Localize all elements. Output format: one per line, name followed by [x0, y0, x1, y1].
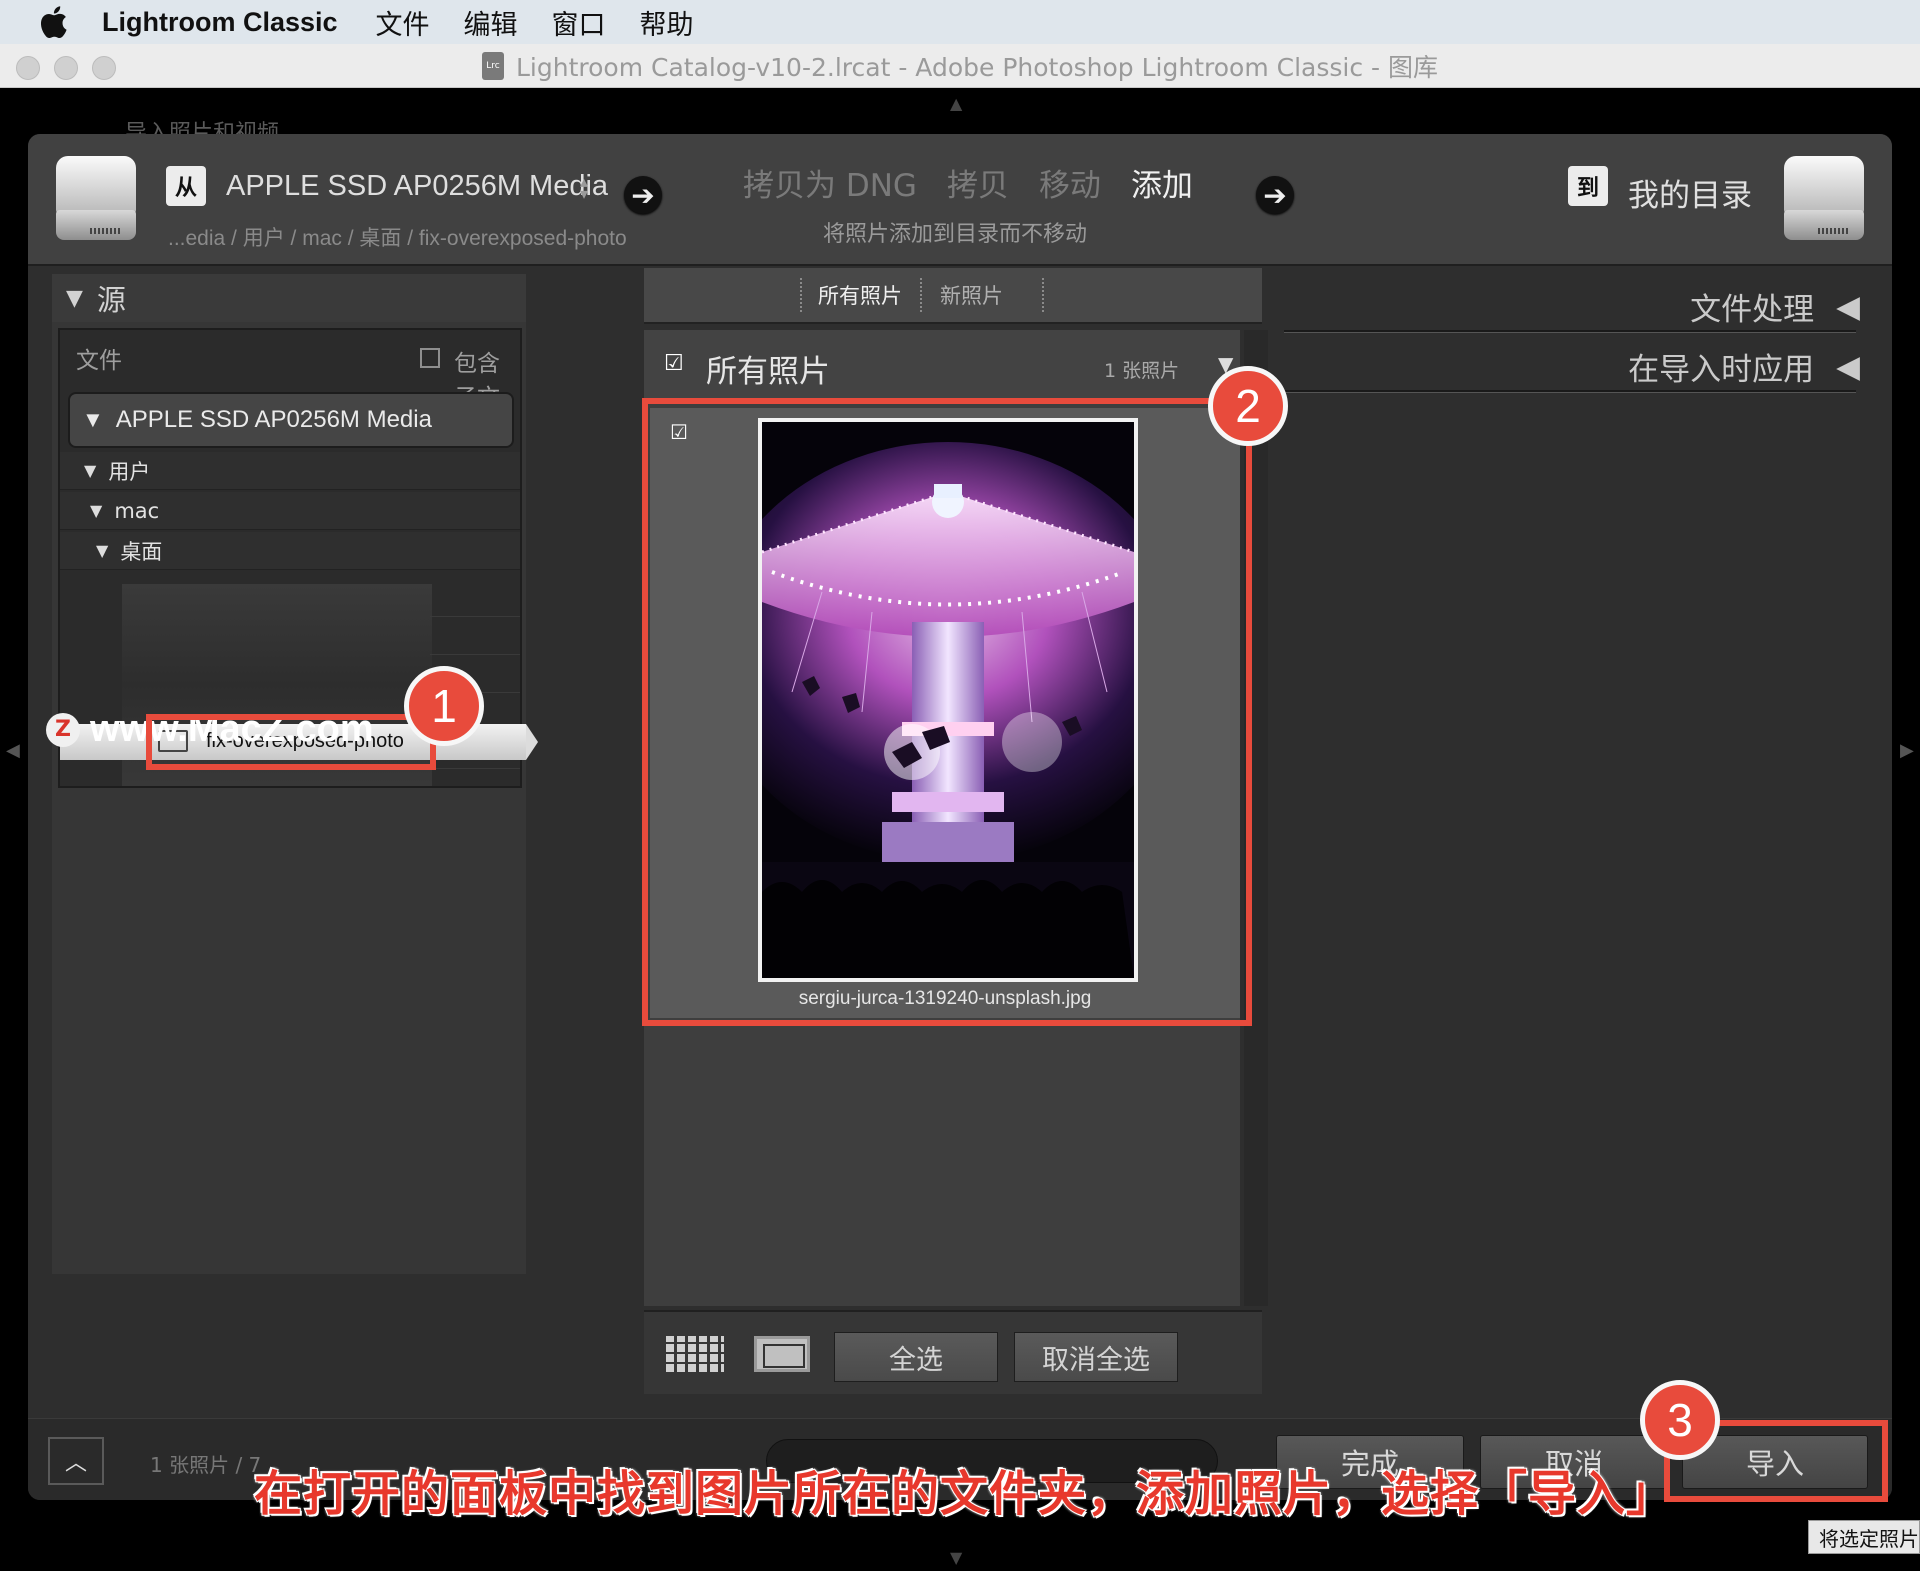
mode-copy-dng[interactable]: 拷贝为 DNG	[743, 160, 917, 205]
window-titlebar: Lrc Lightroom Catalog-v10-2.lrcat - Adob…	[0, 44, 1920, 88]
step-badge-3: 3	[1640, 1380, 1720, 1460]
left-panel-arrow-icon[interactable]: ◀	[6, 740, 20, 761]
footer-photo-count: 1 张照片 / 7	[150, 1453, 262, 1477]
files-row: 文件 包含子文件夹	[60, 330, 520, 445]
source-from-badge: 从	[166, 166, 206, 206]
expand-left-triangle-icon[interactable]: ◀	[1836, 289, 1860, 325]
files-label: 文件	[76, 348, 122, 374]
tree-item-users[interactable]: ▼ 用户	[60, 452, 520, 490]
tab-strip: 所有照片 新照片	[644, 268, 1262, 324]
menu-file[interactable]: 文件	[376, 3, 430, 42]
arrow-right-icon: ➔	[1256, 176, 1294, 214]
compact-mode-button[interactable]: ︿	[48, 1437, 104, 1485]
source-panel: ▼ 源 文件 包含子文件夹 ▼ APPLE SSD AP0256M Media …	[46, 274, 538, 1274]
destination-selector[interactable]: 我的目录	[1628, 170, 1752, 215]
apply-during-import-header[interactable]: 在导入时应用 ◀	[1628, 344, 1860, 389]
tab-new-photos[interactable]: 新照片	[940, 280, 1003, 310]
file-handling-header[interactable]: 文件处理 ◀	[1690, 284, 1860, 329]
mode-move[interactable]: 移动	[1039, 160, 1101, 205]
loupe-view-icon[interactable]	[754, 1336, 810, 1372]
mode-description: 将照片添加到目录而不移动	[823, 222, 1088, 247]
mode-copy[interactable]: 拷贝	[947, 160, 1009, 205]
grid-view-icon[interactable]	[666, 1336, 724, 1374]
photo-count: 1 张照片	[1104, 360, 1180, 382]
close-window-button[interactable]	[16, 56, 40, 80]
expand-left-triangle-icon[interactable]: ◀	[1836, 349, 1860, 385]
import-header: 从 APPLE SSD AP0256M Media ▴ ▾ ...edia / 用…	[28, 134, 1892, 266]
source-path: ...edia / 用户 / mac / 桌面 / fix-overexpose…	[168, 227, 627, 250]
tree-item-label: mac	[114, 498, 160, 523]
source-selector[interactable]: APPLE SSD AP0256M Media	[226, 170, 608, 203]
volume-item[interactable]: ▼ APPLE SSD AP0256M Media	[68, 392, 514, 448]
expand-triangle-icon[interactable]: ▼	[96, 541, 108, 560]
watermark-logo-icon: Z	[46, 712, 80, 747]
tree-item-label: 用户	[108, 459, 151, 484]
expand-triangle-icon[interactable]: ▼	[90, 501, 102, 520]
top-panel-arrow-icon[interactable]: ▲	[950, 94, 962, 113]
catalog-file-icon: Lrc	[481, 51, 504, 80]
source-panel-title: 源	[96, 283, 126, 317]
volume-label: APPLE SSD AP0256M Media	[115, 406, 432, 433]
source-updown-icon[interactable]: ▴ ▾	[580, 174, 588, 202]
menu-window[interactable]: 窗口	[552, 3, 606, 42]
step-badge-1: 1	[404, 666, 484, 746]
select-all-checkbox[interactable]: ☑	[664, 353, 686, 376]
right-panel: 文件处理 ◀ 在导入时应用 ◀	[1274, 274, 1884, 1344]
app-menu[interactable]: Lightroom Classic	[102, 7, 338, 38]
tree-item-mac[interactable]: ▼ mac	[60, 492, 520, 530]
mode-add[interactable]: 添加	[1131, 160, 1193, 205]
select-all-button[interactable]: 全选	[834, 1332, 998, 1382]
bottom-panel-arrow-icon[interactable]: ▼	[950, 1548, 962, 1567]
tree-item-label: 桌面	[120, 539, 163, 564]
expand-triangle-icon[interactable]: ▼	[84, 461, 96, 480]
deselect-all-button[interactable]: 取消全选	[1014, 1332, 1178, 1382]
minimize-window-button[interactable]	[54, 56, 78, 80]
destination-to-badge: 到	[1568, 166, 1608, 206]
right-panel-arrow-icon[interactable]: ▶	[1900, 740, 1914, 761]
arrow-right-icon: ➔	[624, 176, 662, 214]
tutorial-caption: 在打开的面板中找到图片所在的文件夹，添加照片，选择「导入」	[253, 1465, 1676, 1523]
collapse-triangle-icon[interactable]: ▼	[66, 286, 83, 311]
step-badge-2: 2	[1208, 366, 1288, 446]
grid-toolbar: 全选 取消全选	[644, 1310, 1262, 1394]
import-mode-bar: 拷贝为 DNG 拷贝 移动 添加	[743, 160, 1193, 205]
menu-edit[interactable]: 编辑	[464, 3, 518, 42]
grid-title: 所有照片	[706, 354, 830, 390]
window-title: Lightroom Catalog-v10-2.lrcat - Adobe Ph…	[515, 52, 1438, 82]
import-tooltip: 将选定照片	[1808, 1520, 1920, 1554]
file-handling-label: 文件处理	[1690, 292, 1815, 328]
source-drive-icon	[56, 156, 136, 240]
zoom-window-button[interactable]	[92, 56, 116, 80]
highlight-folder	[146, 714, 436, 770]
tree-item-desktop[interactable]: ▼ 桌面	[60, 532, 520, 570]
apply-during-import-label: 在导入时应用	[1628, 352, 1815, 388]
include-subfolders-checkbox[interactable]	[420, 348, 440, 368]
source-panel-header[interactable]: ▼ 源	[52, 274, 526, 322]
menu-bar: Lightroom Classic 文件 编辑 窗口 帮助	[0, 0, 1920, 44]
chevron-up-icon: ︿	[64, 1451, 87, 1476]
destination-drive-icon	[1784, 156, 1864, 240]
apple-menu-icon[interactable]	[38, 5, 68, 39]
highlight-photo	[642, 398, 1252, 1026]
menu-help[interactable]: 帮助	[640, 3, 694, 42]
tab-all-photos[interactable]: 所有照片	[818, 280, 902, 310]
grid-header: ☑ 所有照片 1 张照片 ▼	[644, 330, 1240, 400]
expand-triangle-icon[interactable]: ▼	[82, 407, 104, 433]
